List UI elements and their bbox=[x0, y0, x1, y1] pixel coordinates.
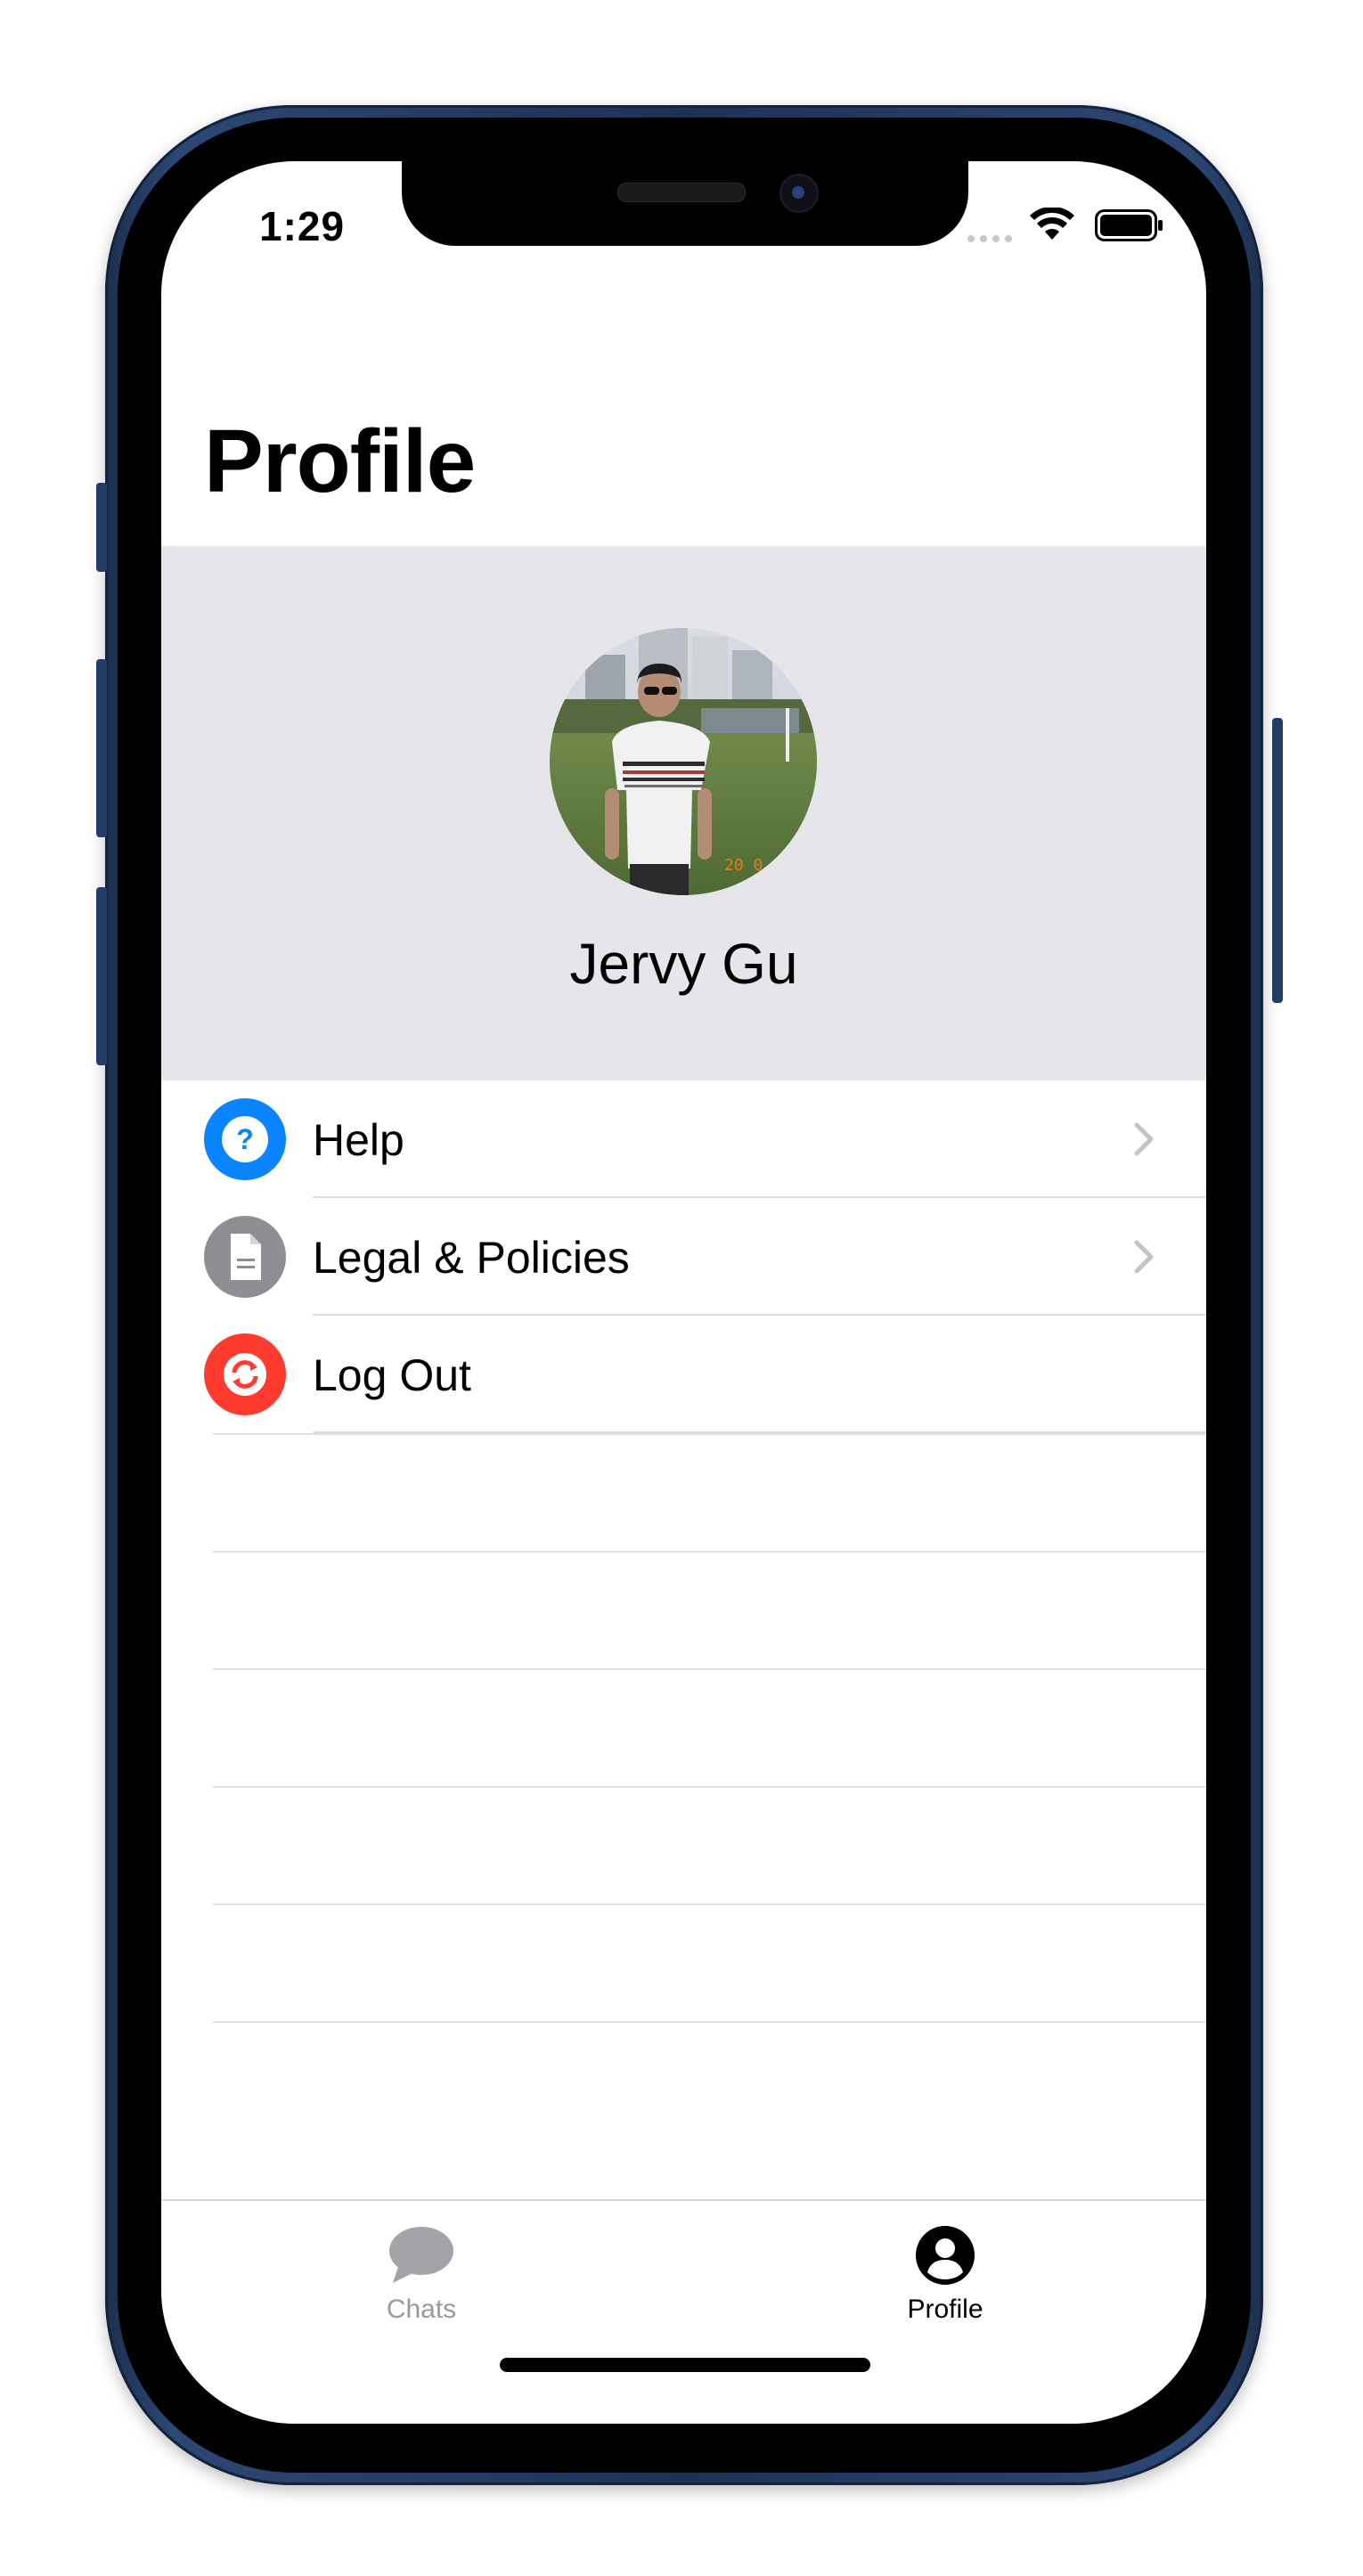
document-icon bbox=[204, 1216, 286, 1298]
battery-icon bbox=[1095, 209, 1163, 241]
empty-row-divider bbox=[213, 1433, 1206, 1435]
status-time: 1:29 bbox=[259, 203, 346, 249]
tab-profile-label: Profile bbox=[907, 2295, 983, 2324]
tab-chats-label: Chats bbox=[386, 2295, 457, 2324]
menu-row-log-out[interactable]: Log Out bbox=[161, 1316, 1206, 1433]
empty-row-divider bbox=[213, 1551, 1206, 1553]
front-camera bbox=[779, 174, 819, 213]
menu-row-legal-policies[interactable]: Legal & Policies bbox=[161, 1198, 1206, 1316]
svg-text:20 0: 20 0 bbox=[724, 856, 763, 875]
avatar[interactable]: 20 0 bbox=[550, 628, 817, 895]
chevron-right-icon bbox=[1134, 1122, 1154, 1156]
power-button bbox=[1272, 718, 1283, 1003]
chevron-right-icon bbox=[1134, 1240, 1154, 1274]
empty-row-divider bbox=[213, 1668, 1206, 1670]
tab-profile[interactable]: Profile bbox=[838, 2224, 1052, 2325]
person-circle-icon bbox=[916, 2226, 975, 2285]
earpiece-speaker bbox=[617, 183, 746, 202]
volume-up-button bbox=[96, 659, 107, 837]
refresh-arrows-icon bbox=[204, 1333, 286, 1415]
wifi-icon bbox=[1030, 208, 1074, 240]
empty-row-divider bbox=[213, 2021, 1206, 2023]
svg-text:?: ? bbox=[236, 1123, 254, 1155]
chat-bubble-icon bbox=[389, 2227, 453, 2283]
page-title: Profile bbox=[204, 412, 476, 511]
volume-down-button bbox=[96, 887, 107, 1065]
mute-switch bbox=[96, 483, 107, 572]
tab-bar: Chats Profile bbox=[161, 2199, 1206, 2424]
home-indicator[interactable] bbox=[500, 2358, 870, 2372]
menu-label-log-out: Log Out bbox=[313, 1350, 471, 1400]
menu-label-help: Help bbox=[313, 1115, 404, 1165]
menu-row-help[interactable]: ? Help bbox=[161, 1080, 1206, 1198]
empty-row-divider bbox=[213, 1786, 1206, 1788]
profile-header: 20 0 Jervy Gu bbox=[161, 546, 1206, 1080]
avatar-photo: 20 0 bbox=[550, 628, 817, 895]
settings-list: ? Help Legal & Policies Log Out bbox=[161, 1080, 1206, 1433]
tab-chats[interactable]: Chats bbox=[314, 2224, 528, 2325]
profile-name: Jervy Gu bbox=[569, 932, 798, 996]
empty-row-divider bbox=[213, 1903, 1206, 1905]
screen: 1:29 Profile 20 0 Jervy Gu ? Help Legal … bbox=[161, 161, 1206, 2424]
signal-dots-icon bbox=[967, 231, 1017, 247]
menu-label-legal-policies: Legal & Policies bbox=[313, 1233, 630, 1283]
notch bbox=[402, 161, 968, 246]
question-circle-icon: ? bbox=[204, 1098, 286, 1180]
